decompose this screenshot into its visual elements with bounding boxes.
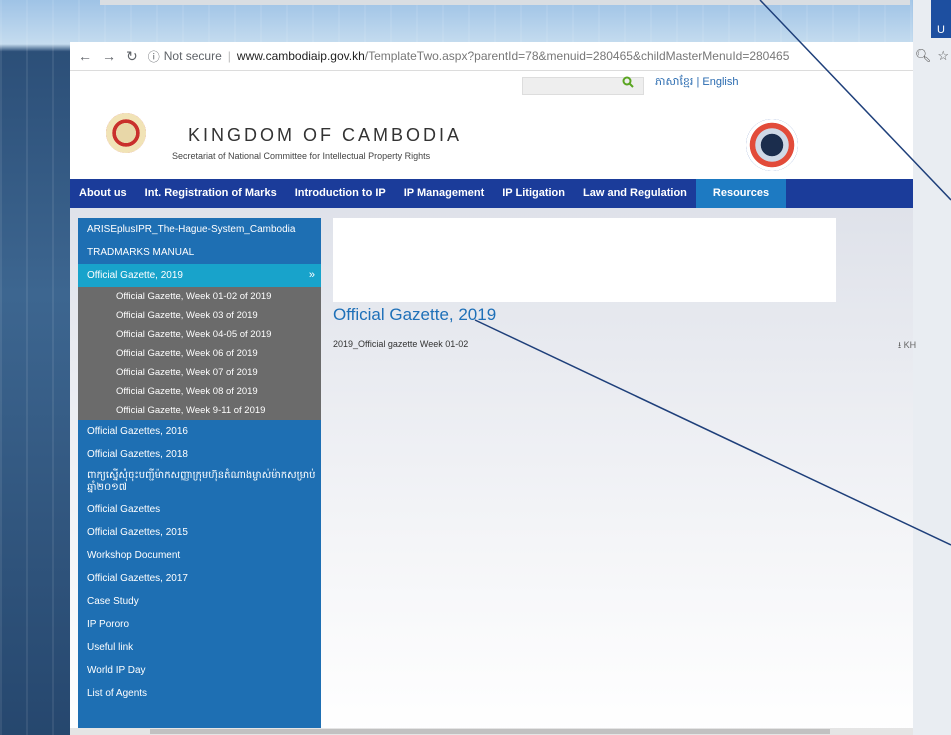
info-icon[interactable]: ⓘ — [148, 48, 160, 65]
zoom-icon[interactable]: 🔍︎ — [915, 48, 932, 64]
site-header: ភាសាខ្មែរ | English KINGDOM OF CAMBODIA … — [70, 71, 913, 205]
search-icon[interactable] — [622, 76, 634, 88]
browser-window: ← → ↻ ⓘ Not secure | www.cambodiaip.gov.… — [70, 42, 913, 735]
url-separator: | — [227, 49, 231, 63]
site-subtitle: Secretariat of National Committee for In… — [172, 151, 431, 161]
horizontal-scrollbar[interactable] — [70, 728, 913, 735]
background-panel — [913, 0, 951, 735]
download-icon: ⭳ — [898, 340, 902, 350]
url-path[interactable]: /TemplateTwo.aspx?parentId=78&menuid=280… — [365, 49, 790, 63]
department-label: Department of Intellectual Property — [70, 185, 225, 196]
cambodia-emblem-logo[interactable] — [106, 113, 146, 153]
download-label: KH — [903, 340, 917, 350]
background-window-strip — [100, 0, 910, 5]
url-host[interactable]: www.cambodiaip.gov.kh — [237, 49, 365, 63]
language-switcher: ភាសាខ្មែរ | English — [655, 75, 738, 91]
lang-english-link[interactable]: English — [702, 76, 738, 88]
scrollbar-thumb[interactable] — [150, 729, 830, 734]
download-kh-link[interactable]: ⭳ KH — [898, 338, 916, 354]
back-arrow-icon[interactable]: ← — [78, 48, 92, 64]
browser-actions: 🔍︎ ☆ — [913, 45, 951, 67]
reload-icon[interactable]: ↻ — [126, 48, 138, 65]
lang-khmer-link[interactable]: ភាសាខ្មែរ — [655, 76, 693, 88]
bookmark-star-icon[interactable]: ☆ — [937, 48, 949, 64]
ministry-label: MINISTRY OF COMMERCE — [700, 191, 862, 205]
site-title: KINGDOM OF CAMBODIA — [188, 125, 463, 145]
forward-arrow-icon[interactable]: → — [102, 48, 116, 64]
lang-separator: | — [696, 76, 700, 88]
ministry-logo[interactable] — [746, 119, 798, 171]
background-badge: U — [931, 0, 951, 38]
security-label: Not secure — [163, 49, 222, 63]
address-bar: ← → ↻ ⓘ Not secure | www.cambodiaip.gov.… — [70, 42, 913, 71]
